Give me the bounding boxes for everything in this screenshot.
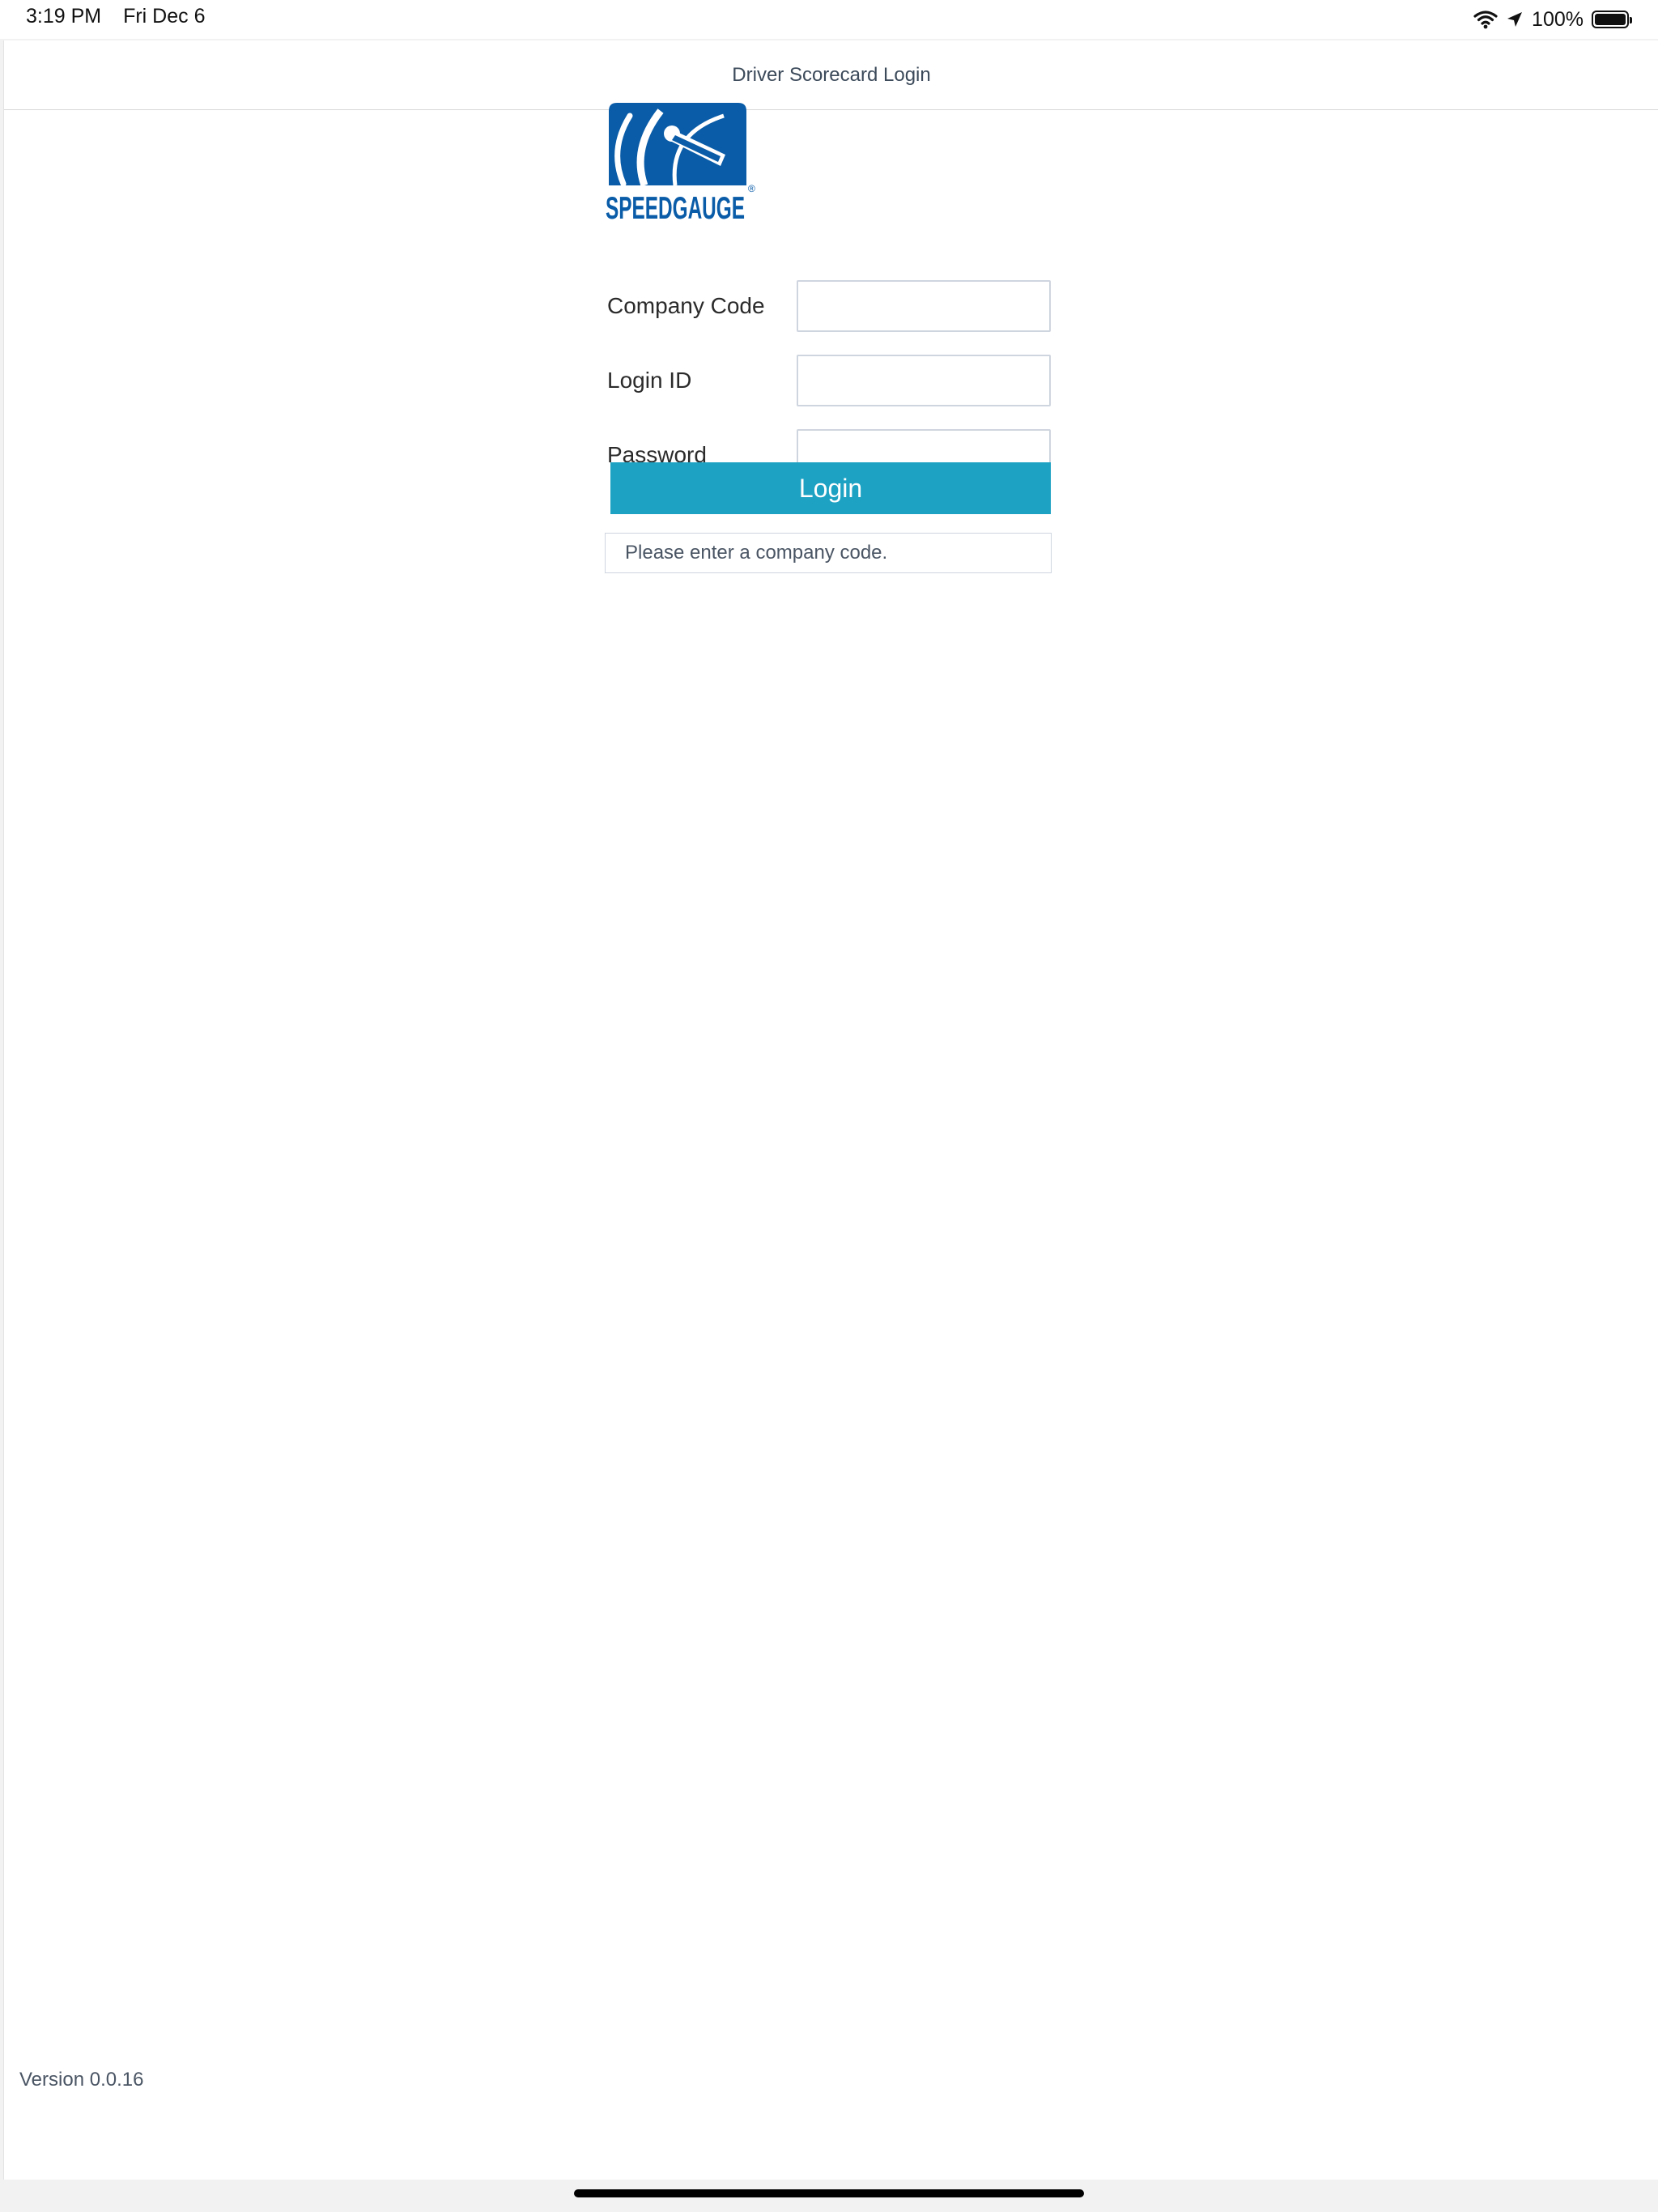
page-title: Driver Scorecard Login <box>732 63 931 86</box>
speedgauge-logo: SPEEDGAUGE ® <box>606 103 755 223</box>
version-label: Version 0.0.16 <box>19 2069 144 2091</box>
battery-fill <box>1595 14 1626 25</box>
login-id-input[interactable] <box>797 355 1051 406</box>
logo-wordmark: SPEEDGAUGE <box>606 191 745 223</box>
status-date: Fri Dec 6 <box>123 5 206 28</box>
company-code-input[interactable] <box>797 280 1051 332</box>
status-left: 3:19 PM Fri Dec 6 <box>26 5 205 28</box>
battery-percentage: 100% <box>1532 7 1584 31</box>
login-id-row: Login ID <box>607 355 1051 406</box>
status-time: 3:19 PM <box>26 5 102 28</box>
logo-registered-mark: ® <box>748 183 755 194</box>
company-code-label: Company Code <box>607 293 765 318</box>
company-code-row: Company Code <box>607 280 1051 332</box>
wifi-icon <box>1473 11 1498 29</box>
validation-message: Please enter a company code. <box>605 533 1052 573</box>
status-bar: 3:19 PM Fri Dec 6 100% <box>0 0 1658 39</box>
battery-tip <box>1630 17 1632 23</box>
login-id-label: Login ID <box>607 368 692 393</box>
status-right: 100% <box>1473 5 1632 34</box>
app-header: Driver Scorecard Login <box>4 40 1658 110</box>
home-indicator[interactable] <box>574 2189 1084 2197</box>
location-icon <box>1507 12 1523 27</box>
battery-icon <box>1592 11 1632 28</box>
login-button[interactable]: Login <box>610 462 1051 514</box>
